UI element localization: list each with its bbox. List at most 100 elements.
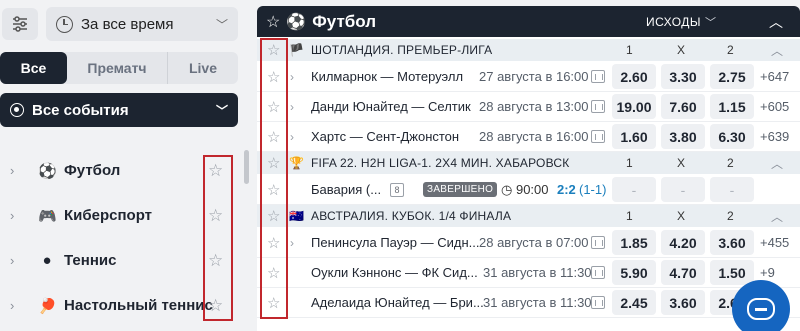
soccer-ball-icon: ⚽: [38, 162, 57, 180]
chevron-down-icon: ﹀: [215, 103, 228, 118]
event-teams[interactable]: Данди Юнайтед — Селтик: [311, 99, 471, 114]
chevron-right-icon[interactable]: ›: [10, 298, 24, 313]
tennis-ball-icon: ●: [42, 252, 52, 269]
video-count-icon[interactable]: 8: [390, 182, 404, 197]
odd-1[interactable]: 1.60: [612, 124, 656, 149]
event-teams[interactable]: Бавария (...: [311, 182, 381, 197]
col-header-1: 1: [626, 209, 633, 223]
collapse-icon[interactable]: ︿: [771, 42, 783, 59]
stats-icon[interactable]: [591, 266, 605, 279]
page-root: За все время ﹀ Все Прематч Live Все собы…: [0, 0, 800, 331]
tab-all[interactable]: Все: [0, 52, 67, 84]
col-header-x: X: [677, 156, 686, 170]
stats-icon[interactable]: [591, 296, 605, 309]
more-markets-link[interactable]: +9: [760, 265, 775, 280]
match-score: 2:2: [557, 182, 576, 197]
event-teams[interactable]: Хартс — Сент-Джонстон: [311, 129, 459, 144]
collapse-icon[interactable]: ︿: [771, 208, 783, 225]
odd-2[interactable]: 1.50: [710, 260, 754, 285]
odd-1[interactable]: 2.60: [612, 64, 656, 89]
table-row[interactable]: ☆ › Хартс — Сент-Джонстон 28 августа в 1…: [257, 122, 800, 152]
half-score: (1-1): [579, 182, 607, 197]
odd-1[interactable]: 19.00: [612, 94, 656, 119]
events-select[interactable]: Все события ﹀: [0, 93, 238, 127]
table-row[interactable]: ☆ › Килмарнок — Мотеруэлл 27 августа в 1…: [257, 62, 800, 92]
table-row[interactable]: ☆ › Пенинсула Пауэр — Сидн... 28 августа…: [257, 228, 800, 258]
more-markets-link[interactable]: +647: [760, 69, 789, 84]
odd-2[interactable]: 3.60: [710, 230, 754, 255]
period-label: За все время: [81, 15, 174, 33]
more-markets-link[interactable]: +605: [760, 99, 789, 114]
chevron-down-icon: ﹀: [215, 17, 228, 32]
table-row[interactable]: ☆ Аделаида Юнайтед — Бри... 31 августа в…: [257, 288, 800, 318]
odd-1[interactable]: 5.90: [612, 260, 656, 285]
chevron-right-icon[interactable]: ›: [290, 100, 294, 114]
events-select-label: Все события: [32, 101, 129, 119]
odd-x[interactable]: 3.60: [661, 290, 705, 315]
more-markets-link[interactable]: +455: [760, 235, 789, 250]
support-chat-button[interactable]: [732, 280, 790, 331]
table-row[interactable]: ☆ Бавария (... 8 ЗАВЕРШЕНО ◷ 90:00 2:2 (…: [257, 175, 800, 205]
odd-2[interactable]: 1.15: [710, 94, 754, 119]
chevron-down-icon[interactable]: ﹀: [705, 14, 716, 30]
filter-settings-button[interactable]: [2, 8, 38, 40]
event-teams[interactable]: Пенинсула Пауэр — Сидн...: [311, 235, 479, 250]
odd-x[interactable]: 3.30: [661, 64, 705, 89]
tab-prematch[interactable]: Прематч: [67, 52, 168, 84]
odd-1[interactable]: 1.85: [612, 230, 656, 255]
col-header-2: 2: [727, 43, 734, 57]
event-teams[interactable]: Килмарнок — Мотеруэлл: [311, 69, 463, 84]
col-header-1: 1: [626, 156, 633, 170]
event-time: 28 августа в 13:00: [479, 99, 589, 114]
league-name: FIFA 22. H2H LIGA-1. 2Х4 МИН. ХАБАРОВСК: [311, 156, 570, 170]
collapse-icon[interactable]: ︿: [769, 12, 783, 32]
odd-2[interactable]: 2.75: [710, 64, 754, 89]
radio-icon: [10, 103, 24, 117]
odd-2: -: [710, 177, 754, 202]
odd-x: -: [661, 177, 705, 202]
sport-header: ☆ ⚽ Футбол ИСХОДЫ ﹀ ︿: [257, 6, 800, 37]
status-badge: ЗАВЕРШЕНО: [423, 182, 498, 197]
chevron-right-icon[interactable]: ›: [10, 253, 24, 268]
league-name: АВСТРАЛИЯ. КУБОК. 1/4 ФИНАЛА: [311, 209, 512, 223]
favorite-star-icon[interactable]: ☆: [266, 12, 280, 32]
soccer-ball-icon: ⚽: [286, 13, 307, 31]
chevron-right-icon[interactable]: ›: [290, 130, 294, 144]
odd-x[interactable]: 4.70: [661, 260, 705, 285]
league-header[interactable]: ☆ 🇦🇺 АВСТРАЛИЯ. КУБОК. 1/4 ФИНАЛА 1 X 2 …: [257, 205, 800, 227]
odd-x[interactable]: 7.60: [661, 94, 705, 119]
col-header-1: 1: [626, 43, 633, 57]
clock-icon: [56, 15, 73, 33]
odd-1[interactable]: 2.45: [612, 290, 656, 315]
col-header-2: 2: [727, 209, 734, 223]
stats-icon[interactable]: [591, 236, 605, 249]
chevron-right-icon[interactable]: ›: [290, 236, 294, 250]
col-header-2: 2: [727, 156, 734, 170]
league-header[interactable]: ☆ 🏴 ШОТЛАНДИЯ. ПРЕМЬЕР-ЛИГА 1 X 2 ︿: [257, 39, 800, 61]
sliders-icon: [13, 16, 27, 32]
col-header-x: X: [677, 209, 686, 223]
sidebar-scrollbar[interactable]: [244, 150, 249, 184]
event-teams[interactable]: Аделаида Юнайтед — Бри...: [311, 295, 484, 310]
chevron-right-icon[interactable]: ›: [290, 70, 294, 84]
more-markets-link[interactable]: +639: [760, 129, 789, 144]
stats-icon[interactable]: [591, 130, 605, 143]
period-select[interactable]: За все время ﹀: [46, 7, 238, 41]
page-title: Футбол: [312, 11, 377, 31]
scotland-flag-icon: 🏴: [289, 43, 304, 57]
table-row[interactable]: ☆ Оукли Кэннонс — ФК Сид... 31 августа в…: [257, 258, 800, 288]
odd-x[interactable]: 3.80: [661, 124, 705, 149]
stats-icon[interactable]: [591, 70, 605, 83]
stats-icon[interactable]: [591, 100, 605, 113]
odd-x[interactable]: 4.20: [661, 230, 705, 255]
event-teams[interactable]: Оукли Кэннонс — ФК Сид...: [311, 265, 478, 280]
chevron-right-icon[interactable]: ›: [10, 163, 24, 178]
tab-live[interactable]: Live: [168, 52, 238, 84]
odd-2[interactable]: 6.30: [710, 124, 754, 149]
league-header[interactable]: ☆ 🏆 FIFA 22. H2H LIGA-1. 2Х4 МИН. ХАБАРО…: [257, 152, 800, 174]
outcomes-dropdown[interactable]: ИСХОДЫ: [646, 15, 701, 29]
chevron-right-icon[interactable]: ›: [10, 208, 24, 223]
collapse-icon[interactable]: ︿: [771, 155, 783, 172]
gamepad-icon: 🎮: [38, 207, 57, 225]
table-row[interactable]: ☆ › Данди Юнайтед — Селтик 28 августа в …: [257, 92, 800, 122]
